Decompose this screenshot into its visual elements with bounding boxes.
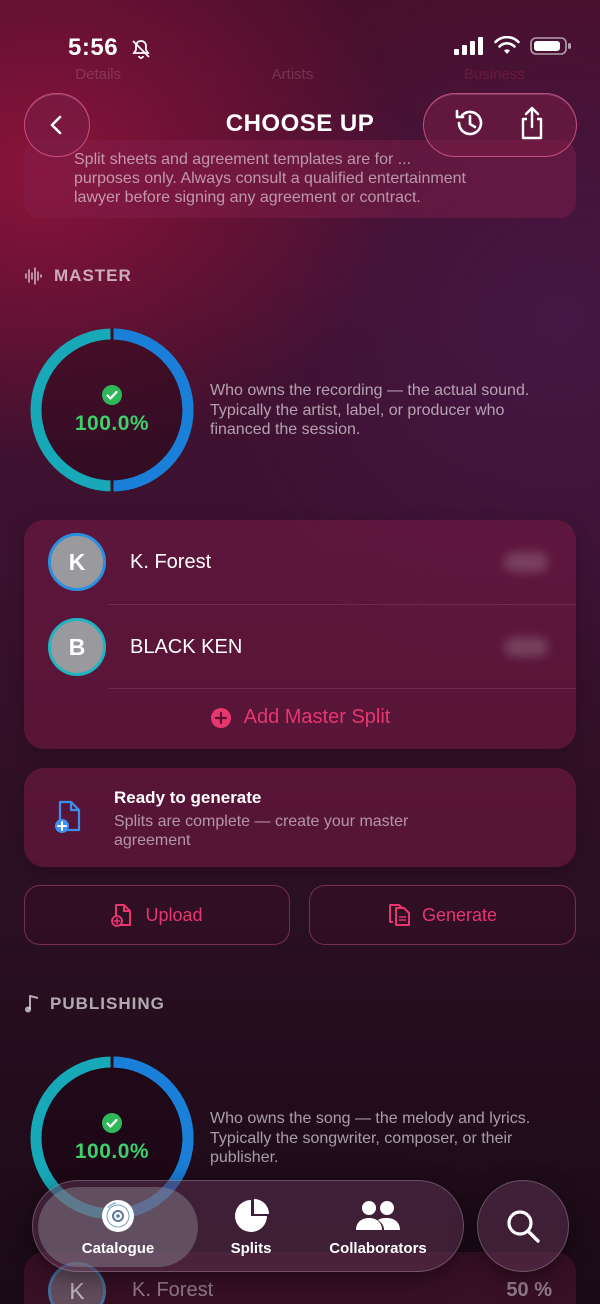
check-circle-icon [102,385,122,405]
publishing-description: Who owns the song — the melody and lyric… [210,1110,531,1166]
check-circle-icon [102,1113,122,1133]
split-percent-blurred [504,637,548,657]
tab-splits[interactable]: Splits [201,1181,301,1273]
plus-circle-icon [210,707,231,728]
disclaimer-line: purposes only. Always consult a qualifie… [74,170,466,187]
collaborator-name: K. Forest [130,550,212,573]
bell-off-icon [130,38,152,65]
ready-subtitle: Splits are complete — create your master… [114,813,409,849]
waveform-icon [25,267,42,285]
divider [108,688,576,689]
tab-business[interactable]: Business [464,66,525,83]
master-donut: 100.0% [28,326,196,499]
upload-document-icon [111,904,132,927]
collaborator-name: K. Forest [132,1279,214,1301]
tab-details[interactable]: Details [75,66,121,83]
disc-icon [102,1199,134,1232]
tab-label: Collaborators [329,1239,427,1257]
share-icon [521,106,543,139]
people-icon [356,1200,400,1230]
generate-button[interactable]: Generate [309,885,576,945]
header-actions [423,93,577,157]
split-percent-blurred [504,552,548,572]
details-tabs: Details Artists Business [0,66,600,83]
split-row[interactable]: K K. Forest [24,520,576,604]
upload-label: Upload [145,904,203,925]
battery-icon [530,37,571,55]
share-button[interactable] [516,105,548,146]
master-section-label: MASTER [54,266,132,285]
history-icon [455,109,483,135]
disclaimer-line: lawyer before signing any agreement or c… [74,189,421,206]
avatar: B [48,618,106,676]
tab-bar: Catalogue Splits Collaborators [32,1180,464,1272]
master-splits-card: K K. Forest B BLACK KEN Add Master Split [24,520,576,749]
master-percent: 100.0% [74,412,150,435]
master-description: Who owns the recording — the actual soun… [210,382,530,438]
search-button[interactable] [477,1180,569,1272]
pie-chart-icon [235,1198,269,1232]
upload-button[interactable]: Upload [24,885,290,945]
signal-icon [454,37,483,55]
document-plus-icon [54,800,84,839]
split-percent: 50 % [506,1279,552,1301]
tab-label: Catalogue [81,1239,155,1257]
ready-card: Ready to generate Splits are complete — … [24,768,576,867]
documents-icon [388,904,410,926]
tab-collaborators[interactable]: Collaborators [313,1181,443,1273]
status-time: 5:56 [68,34,119,61]
search-icon [507,1210,540,1243]
history-button[interactable] [452,105,488,146]
master-section-header: MASTER [24,266,132,286]
publishing-section-label: PUBLISHING [50,994,165,1013]
split-row[interactable]: B BLACK KEN [24,605,576,689]
status-icons [454,36,572,56]
add-master-split-button[interactable]: Add Master Split [24,706,576,729]
music-note-icon [25,995,39,1013]
tab-label: Splits [230,1239,272,1257]
generate-label: Generate [421,904,498,925]
publishing-percent: 100.0% [74,1140,150,1163]
tab-artists[interactable]: Artists [272,66,314,83]
wifi-icon [494,36,520,54]
publishing-section-header: PUBLISHING [24,994,165,1014]
collaborator-name: BLACK KEN [130,635,243,658]
ready-title: Ready to generate [114,788,262,807]
tab-catalogue[interactable]: Catalogue [38,1181,198,1273]
add-master-split-label: Add Master Split [243,706,391,728]
avatar: K [48,533,106,591]
